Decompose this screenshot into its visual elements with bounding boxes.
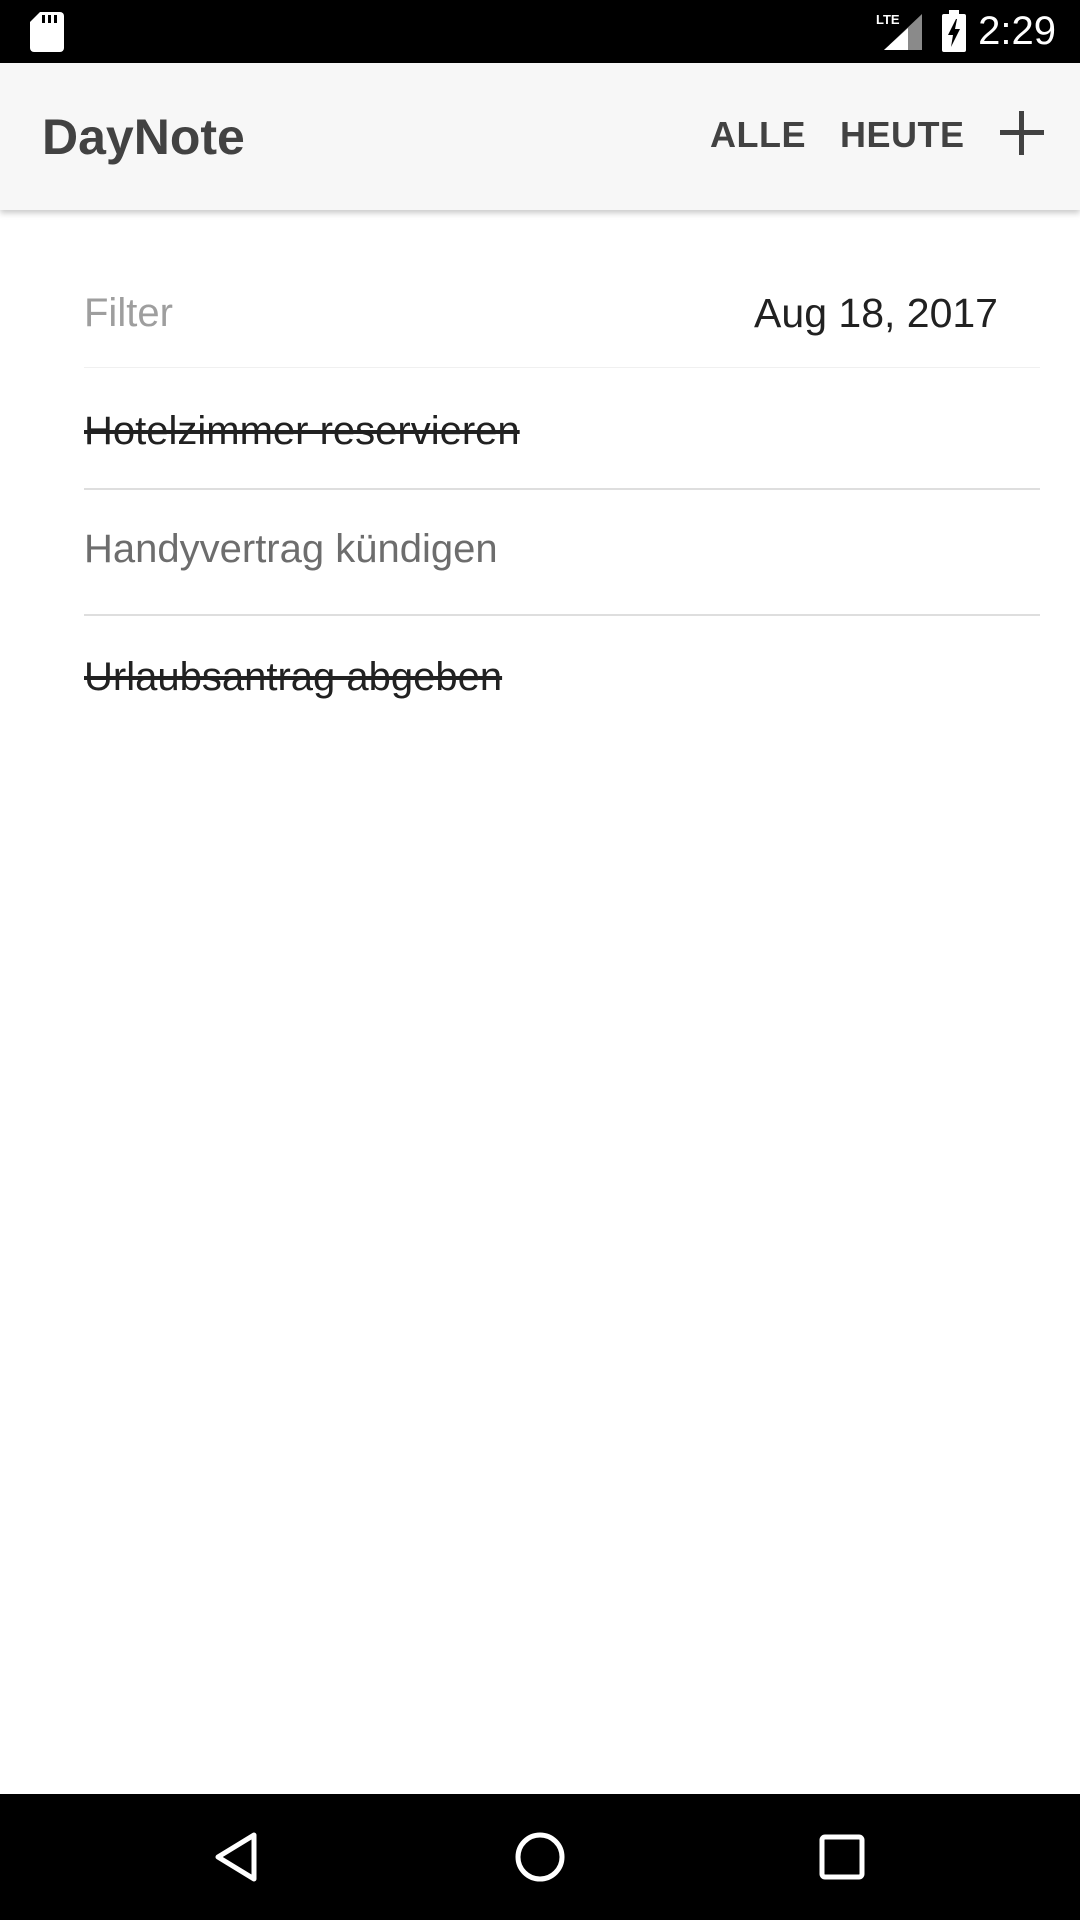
sd-card-icon bbox=[30, 12, 64, 52]
app-bar: DayNote ALLE HEUTE bbox=[0, 63, 1080, 210]
filter-row: Aug 18, 2017 bbox=[84, 276, 1040, 368]
plus-icon[interactable] bbox=[998, 109, 1046, 157]
lte-label: LTE bbox=[876, 12, 900, 27]
note-list: Hotelzimmer reservieren Handyvertrag kün… bbox=[84, 370, 1040, 736]
back-icon[interactable] bbox=[210, 1827, 266, 1887]
note-text: Urlaubsantrag abgeben bbox=[84, 655, 503, 699]
navigation-bar bbox=[0, 1794, 1080, 1920]
recents-icon[interactable] bbox=[814, 1827, 870, 1887]
note-text: Hotelzimmer reservieren bbox=[84, 409, 520, 453]
list-item[interactable]: Handyvertrag kündigen bbox=[84, 490, 1040, 616]
status-time: 2:29 bbox=[978, 9, 1056, 53]
list-item[interactable]: Urlaubsantrag abgeben bbox=[84, 616, 1040, 736]
home-icon[interactable] bbox=[512, 1827, 568, 1887]
show-today-button[interactable]: HEUTE bbox=[840, 113, 965, 157]
note-text: Handyvertrag kündigen bbox=[84, 527, 498, 571]
show-all-button[interactable]: ALLE bbox=[710, 113, 806, 157]
date-picker[interactable]: Aug 18, 2017 bbox=[754, 288, 998, 338]
status-bar: LTE 2:29 bbox=[0, 0, 1080, 63]
battery-charging-icon bbox=[942, 10, 966, 52]
app-title: DayNote bbox=[42, 109, 245, 165]
filter-input[interactable] bbox=[84, 288, 684, 338]
list-item[interactable]: Hotelzimmer reservieren bbox=[84, 370, 1040, 490]
screen: LTE 2:29 DayNote ALLE HEUTE Aug 18, 2017… bbox=[0, 0, 1080, 1920]
lte-signal-icon: LTE bbox=[876, 12, 922, 50]
